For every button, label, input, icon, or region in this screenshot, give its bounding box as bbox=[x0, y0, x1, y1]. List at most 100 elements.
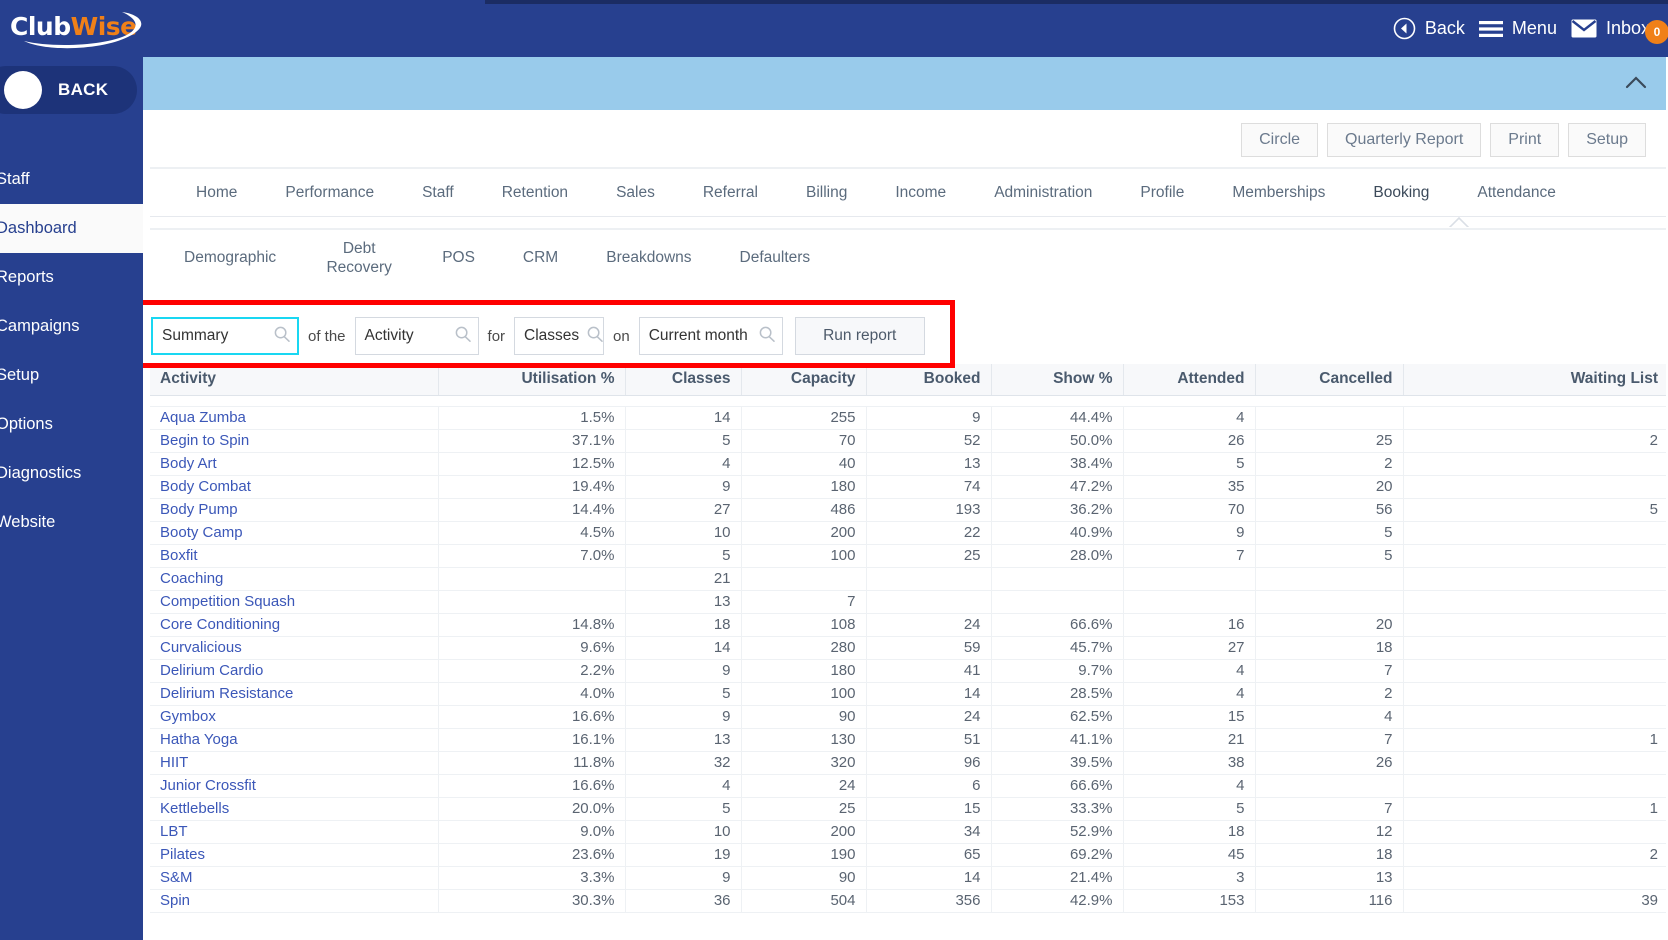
tab-administration[interactable]: Administration bbox=[970, 169, 1116, 216]
activity-link[interactable]: Junior Crossfit bbox=[150, 774, 439, 798]
table-cell: 36 bbox=[625, 889, 742, 913]
brand-logo[interactable]: ClubWise bbox=[0, 0, 143, 57]
table-row[interactable]: Curvalicious 9.6% 14 280 59 45.7% 27 18 bbox=[150, 636, 1668, 660]
activity-link[interactable]: Competition Squash bbox=[150, 590, 439, 614]
tab-profile[interactable]: Profile bbox=[1116, 169, 1208, 216]
report-type-select[interactable]: Summary bbox=[151, 317, 299, 355]
activity-link[interactable]: Begin to Spin bbox=[150, 429, 439, 453]
subtab-defaulters[interactable]: Defaulters bbox=[716, 248, 835, 267]
activity-link[interactable]: Pilates bbox=[150, 843, 439, 867]
subtab-debt-recovery[interactable]: Debt Recovery bbox=[300, 239, 418, 277]
column-header-show[interactable]: Show % bbox=[991, 364, 1124, 396]
activity-link[interactable]: Booty Camp bbox=[150, 521, 439, 545]
activity-link[interactable]: Core Conditioning bbox=[150, 613, 439, 637]
activity-link[interactable]: Body Pump bbox=[150, 498, 439, 522]
table-cell: 28.5% bbox=[991, 682, 1124, 706]
column-header-utilisation[interactable]: Utilisation % bbox=[438, 364, 626, 396]
activity-link[interactable]: HIIT bbox=[150, 751, 439, 775]
run-report-button[interactable]: Run report bbox=[794, 317, 925, 355]
sidebar-item-website[interactable]: Website bbox=[0, 498, 143, 547]
activity-link[interactable]: Curvalicious bbox=[150, 636, 439, 660]
table-row[interactable]: Delirium Resistance 4.0% 5 100 14 28.5% 4 2 bbox=[150, 682, 1668, 706]
column-header-classes[interactable]: Classes bbox=[625, 364, 742, 396]
table-row[interactable]: Body Combat 19.4% 9 180 74 47.2% 35 20 bbox=[150, 475, 1668, 499]
column-header-waiting-list[interactable]: Waiting List bbox=[1403, 364, 1668, 396]
activity-link[interactable]: Kettlebells bbox=[150, 797, 439, 821]
circle-button[interactable]: Circle bbox=[1241, 123, 1319, 157]
tab-income[interactable]: Income bbox=[871, 169, 970, 216]
print-button[interactable]: Print bbox=[1490, 123, 1560, 157]
table-row[interactable]: Aqua Zumba 1.5% 14 255 9 44.4% 4 bbox=[150, 406, 1668, 430]
sidebar-item-reports[interactable]: Reports bbox=[0, 253, 143, 302]
table-row[interactable]: Hatha Yoga 16.1% 13 130 51 41.1% 21 7 1 bbox=[150, 728, 1668, 752]
header-inbox-button[interactable]: Inbox 0 bbox=[1571, 18, 1668, 44]
subtab-breakdowns[interactable]: Breakdowns bbox=[582, 248, 715, 267]
activity-link[interactable]: Body Art bbox=[150, 452, 439, 476]
table-row[interactable]: Begin to Spin 37.1% 5 70 52 50.0% 26 25 2 bbox=[150, 429, 1668, 453]
tab-attendance[interactable]: Attendance bbox=[1453, 169, 1579, 216]
column-header-attended[interactable]: Attended bbox=[1123, 364, 1256, 396]
column-header-capacity[interactable]: Capacity bbox=[741, 364, 867, 396]
table-cell: 7 bbox=[1123, 544, 1256, 568]
table-row[interactable]: Delirium Cardio 2.2% 9 180 41 9.7% 4 7 bbox=[150, 659, 1668, 683]
sidebar-item-options[interactable]: Options bbox=[0, 400, 143, 449]
table-row[interactable]: Boxfit 7.0% 5 100 25 28.0% 7 5 bbox=[150, 544, 1668, 568]
tab-referral[interactable]: Referral bbox=[679, 169, 782, 216]
header-menu-button[interactable]: Menu bbox=[1478, 18, 1557, 39]
activity-link[interactable]: Delirium Cardio bbox=[150, 659, 439, 683]
table-row[interactable]: Coaching 21 bbox=[150, 567, 1668, 591]
report-table-container[interactable]: Activity Utilisation % Classes Capacity … bbox=[150, 364, 1668, 940]
sidebar-item-staff[interactable]: Staff bbox=[0, 155, 143, 204]
activity-link[interactable]: Coaching bbox=[150, 567, 439, 591]
period-select[interactable]: Current month bbox=[638, 317, 783, 355]
table-row[interactable]: LBT 9.0% 10 200 34 52.9% 18 12 bbox=[150, 820, 1668, 844]
tab-booking[interactable]: Booking bbox=[1349, 169, 1453, 216]
subtab-demographic[interactable]: Demographic bbox=[160, 248, 300, 267]
activity-link[interactable]: LBT bbox=[150, 820, 439, 844]
tab-memberships[interactable]: Memberships bbox=[1208, 169, 1349, 216]
table-row[interactable]: Kettlebells 20.0% 5 25 15 33.3% 5 7 1 bbox=[150, 797, 1668, 821]
activity-link[interactable]: S&M bbox=[150, 866, 439, 890]
activity-link[interactable]: Boxfit bbox=[150, 544, 439, 568]
table-row[interactable]: HIIT 11.8% 32 320 96 39.5% 38 26 bbox=[150, 751, 1668, 775]
back-button[interactable]: BACK bbox=[0, 66, 137, 114]
table-row[interactable]: Booty Camp 4.5% 10 200 22 40.9% 9 5 bbox=[150, 521, 1668, 545]
activity-link[interactable]: Hatha Yoga bbox=[150, 728, 439, 752]
table-row[interactable]: S&M 3.3% 9 90 14 21.4% 3 13 bbox=[150, 866, 1668, 890]
tab-billing[interactable]: Billing bbox=[782, 169, 871, 216]
tab-home[interactable]: Home bbox=[172, 169, 261, 216]
header-back-button[interactable]: Back bbox=[1393, 17, 1465, 40]
table-row[interactable]: Body Pump 14.4% 27 486 193 36.2% 70 56 5 bbox=[150, 498, 1668, 522]
table-row[interactable]: Gymbox 16.6% 9 90 24 62.5% 15 4 bbox=[150, 705, 1668, 729]
tab-sales[interactable]: Sales bbox=[592, 169, 679, 216]
top-header-bar: Back Menu Inbox 0 bbox=[143, 0, 1668, 57]
setup-button[interactable]: Setup bbox=[1568, 123, 1646, 157]
column-header-booked[interactable]: Booked bbox=[866, 364, 992, 396]
tab-performance[interactable]: Performance bbox=[261, 169, 398, 216]
sidebar-item-campaigns[interactable]: Campaigns bbox=[0, 302, 143, 351]
activity-link[interactable]: Gymbox bbox=[150, 705, 439, 729]
table-row[interactable]: Core Conditioning 14.8% 18 108 24 66.6% 16 20 bbox=[150, 613, 1668, 637]
activity-link[interactable]: Delirium Resistance bbox=[150, 682, 439, 706]
table-row[interactable]: Competition Squash 13 7 bbox=[150, 590, 1668, 614]
quarterly-report-button[interactable]: Quarterly Report bbox=[1327, 123, 1482, 157]
table-row[interactable]: Body Art 12.5% 4 40 13 38.4% 5 2 bbox=[150, 452, 1668, 476]
chevron-up-icon[interactable] bbox=[1622, 69, 1650, 97]
subtab-pos[interactable]: POS bbox=[418, 248, 499, 267]
table-row[interactable]: Junior Crossfit 16.6% 4 24 6 66.6% 4 bbox=[150, 774, 1668, 798]
table-row[interactable]: Pilates 23.6% 19 190 65 69.2% 45 18 2 bbox=[150, 843, 1668, 867]
subtab-crm[interactable]: CRM bbox=[499, 248, 582, 267]
tab-retention[interactable]: Retention bbox=[478, 169, 592, 216]
column-header-activity[interactable]: Activity bbox=[150, 364, 439, 396]
sidebar-item-diagnostics[interactable]: Diagnostics bbox=[0, 449, 143, 498]
activity-link[interactable]: Body Combat bbox=[150, 475, 439, 499]
tab-staff[interactable]: Staff bbox=[398, 169, 478, 216]
table-row[interactable]: Spin 30.3% 36 504 356 42.9% 153 116 39 bbox=[150, 889, 1668, 913]
scope-select[interactable]: Classes bbox=[514, 317, 605, 355]
sidebar-item-setup[interactable]: Setup bbox=[0, 351, 143, 400]
subject-select[interactable]: Activity bbox=[354, 317, 479, 355]
sidebar-item-dashboard[interactable]: Dashboard bbox=[0, 204, 143, 253]
column-header-cancelled[interactable]: Cancelled bbox=[1255, 364, 1404, 396]
activity-link[interactable]: Spin bbox=[150, 889, 439, 913]
activity-link[interactable]: Aqua Zumba bbox=[150, 406, 439, 430]
